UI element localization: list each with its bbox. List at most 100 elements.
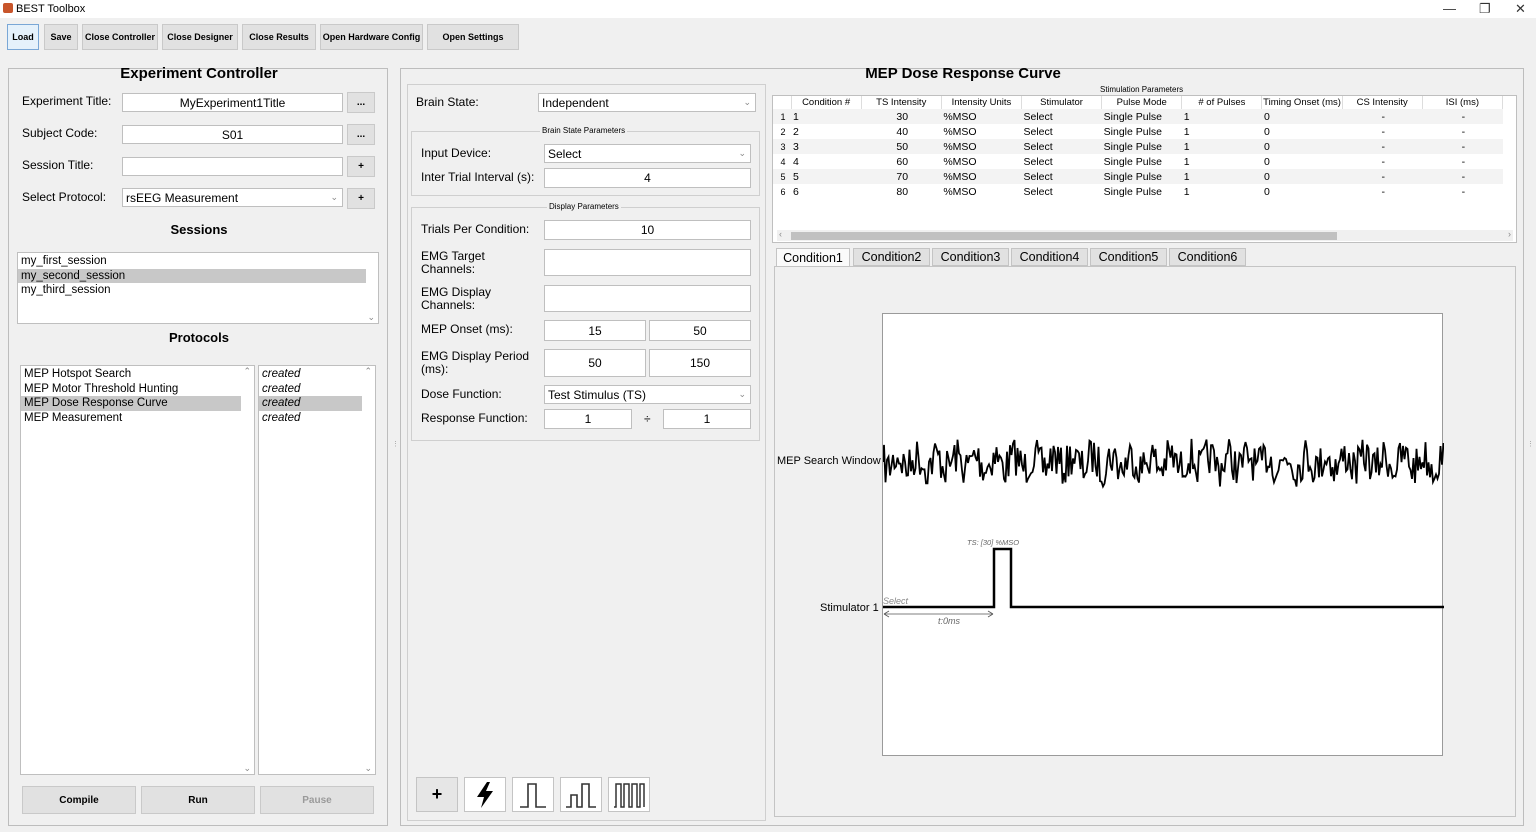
condition-cell[interactable]: 1	[791, 109, 862, 124]
paired-pulse-button[interactable]	[560, 777, 602, 812]
train-pulse-button[interactable]	[608, 777, 650, 812]
scroll-up-icon[interactable]: ⌃	[364, 366, 372, 377]
emg-display-channels-field[interactable]	[544, 285, 751, 312]
stimulation-button[interactable]	[464, 777, 506, 812]
scroll-up-icon[interactable]: ⌃	[243, 366, 251, 377]
session-item[interactable]: my_first_session	[18, 254, 378, 269]
subject-code-browse-button[interactable]: ...	[347, 124, 375, 145]
stimulator-cell[interactable]: Select	[1021, 169, 1102, 184]
stimulator-cell[interactable]: Select	[1021, 184, 1102, 199]
protocol-item[interactable]: MEP Dose Response Curve	[21, 396, 241, 411]
table-row[interactable]: 4 4 60 %MSO Select Single Pulse 1 0 - -	[773, 154, 1503, 169]
ts-intensity-cell[interactable]: 40	[861, 124, 942, 139]
close-results-button[interactable]: Close Results	[242, 24, 316, 50]
num-pulses-cell[interactable]: 1	[1181, 124, 1262, 139]
tab-condition5[interactable]: Condition5	[1090, 248, 1167, 266]
run-button[interactable]: Run	[141, 786, 255, 814]
close-icon[interactable]: ✕	[1515, 1, 1526, 17]
tab-condition3[interactable]: Condition3	[932, 248, 1009, 266]
num-pulses-cell[interactable]: 1	[1181, 109, 1262, 124]
emg-display-period-to-field[interactable]: 150	[649, 349, 751, 377]
condition-cell[interactable]: 4	[791, 154, 862, 169]
sessions-list[interactable]: my_first_session my_second_session my_th…	[17, 252, 379, 324]
cs-intensity-cell[interactable]: -	[1342, 109, 1423, 124]
response-function-numerator-field[interactable]: 1	[544, 409, 632, 429]
restore-icon[interactable]: ❐	[1479, 1, 1491, 17]
session-item[interactable]: my_second_session	[18, 268, 366, 283]
scrollbar-thumb[interactable]	[791, 232, 1337, 240]
num-pulses-cell[interactable]: 1	[1181, 169, 1262, 184]
intensity-units-cell[interactable]: %MSO	[941, 154, 1022, 169]
load-button[interactable]: Load	[7, 24, 39, 50]
cs-intensity-cell[interactable]: -	[1342, 169, 1423, 184]
pulse-mode-cell[interactable]: Single Pulse	[1101, 154, 1182, 169]
dose-function-dropdown[interactable]: Test Stimulus (TS) ⌄	[544, 385, 751, 404]
num-pulses-cell[interactable]: 1	[1181, 139, 1262, 154]
isi-cell[interactable]: -	[1422, 169, 1503, 184]
column-header[interactable]: CS Intensity	[1342, 96, 1423, 109]
intensity-units-cell[interactable]: %MSO	[941, 109, 1022, 124]
intensity-units-cell[interactable]: %MSO	[941, 184, 1022, 199]
subject-code-field[interactable]: S01	[122, 125, 343, 144]
experiment-title-field[interactable]: MyExperiment1Title	[122, 93, 343, 112]
column-header[interactable]: Condition #	[791, 96, 862, 109]
stimulation-parameters-table[interactable]: Condition # TS Intensity Intensity Units…	[772, 95, 1517, 243]
timing-onset-cell[interactable]: 0	[1261, 154, 1343, 169]
open-settings-button[interactable]: Open Settings	[427, 24, 519, 50]
timing-onset-cell[interactable]: 0	[1261, 169, 1343, 184]
mep-onset-to-field[interactable]: 50	[649, 320, 751, 341]
table-row[interactable]: 3 3 50 %MSO Select Single Pulse 1 0 - -	[773, 139, 1503, 154]
protocol-item[interactable]: MEP Motor Threshold Hunting	[21, 382, 254, 397]
column-header[interactable]: TS Intensity	[861, 96, 942, 109]
tab-condition2[interactable]: Condition2	[853, 248, 930, 266]
brain-state-dropdown[interactable]: Independent ⌄	[538, 93, 756, 112]
protocol-item[interactable]: MEP Measurement	[21, 411, 254, 426]
stimulator-cell[interactable]: Select	[1021, 109, 1102, 124]
scroll-down-icon[interactable]: ⌄	[243, 763, 251, 774]
add-session-button[interactable]: +	[347, 156, 375, 177]
single-pulse-button[interactable]	[512, 777, 554, 812]
timing-onset-cell[interactable]: 0	[1261, 139, 1343, 154]
ts-intensity-cell[interactable]: 80	[861, 184, 942, 199]
input-device-dropdown[interactable]: Select ⌄	[544, 144, 751, 163]
response-function-denominator-field[interactable]: 1	[663, 409, 751, 429]
condition-cell[interactable]: 6	[791, 184, 862, 199]
intensity-units-cell[interactable]: %MSO	[941, 169, 1022, 184]
condition-cell[interactable]: 2	[791, 124, 862, 139]
ts-intensity-cell[interactable]: 50	[861, 139, 942, 154]
cs-intensity-cell[interactable]: -	[1342, 139, 1423, 154]
scroll-left-icon[interactable]: ‹	[779, 229, 782, 239]
protocol-item[interactable]: MEP Hotspot Search	[21, 367, 254, 382]
close-controller-button[interactable]: Close Controller	[82, 24, 158, 50]
timing-onset-cell[interactable]: 0	[1261, 124, 1343, 139]
protocol-status-list[interactable]: created created created created ⌃ ⌄	[258, 365, 376, 775]
intensity-units-cell[interactable]: %MSO	[941, 139, 1022, 154]
splitter-grip-icon[interactable]: ⋮	[1527, 440, 1534, 448]
emg-target-channels-field[interactable]	[544, 249, 751, 276]
open-hardware-config-button[interactable]: Open Hardware Config	[320, 24, 423, 50]
ts-intensity-cell[interactable]: 70	[861, 169, 942, 184]
scroll-down-icon[interactable]: ⌄	[364, 763, 372, 774]
pause-button[interactable]: Pause	[260, 786, 374, 814]
select-protocol-dropdown[interactable]: rsEEG Measurement ⌄	[122, 188, 343, 207]
isi-cell[interactable]: -	[1422, 139, 1503, 154]
iti-field[interactable]: 4	[544, 168, 751, 188]
condition-cell[interactable]: 3	[791, 139, 862, 154]
experiment-title-browse-button[interactable]: ...	[347, 92, 375, 113]
pulse-mode-cell[interactable]: Single Pulse	[1101, 109, 1182, 124]
pulse-mode-cell[interactable]: Single Pulse	[1101, 184, 1182, 199]
splitter-grip-icon[interactable]: ⋮	[392, 440, 399, 448]
pulse-mode-cell[interactable]: Single Pulse	[1101, 139, 1182, 154]
cs-intensity-cell[interactable]: -	[1342, 184, 1423, 199]
tab-condition1[interactable]: Condition1	[776, 248, 850, 266]
horizontal-scrollbar[interactable]: ‹ ›	[777, 229, 1513, 241]
column-header[interactable]: Timing Onset (ms)	[1261, 96, 1343, 109]
table-row[interactable]: 5 5 70 %MSO Select Single Pulse 1 0 - -	[773, 169, 1503, 184]
minimize-icon[interactable]: —	[1443, 1, 1456, 16]
isi-cell[interactable]: -	[1422, 124, 1503, 139]
tab-condition6[interactable]: Condition6	[1169, 248, 1246, 266]
isi-cell[interactable]: -	[1422, 109, 1503, 124]
emg-display-period-from-field[interactable]: 50	[544, 349, 646, 377]
scroll-down-icon[interactable]: ⌄	[367, 312, 375, 323]
session-title-field[interactable]	[122, 157, 343, 176]
